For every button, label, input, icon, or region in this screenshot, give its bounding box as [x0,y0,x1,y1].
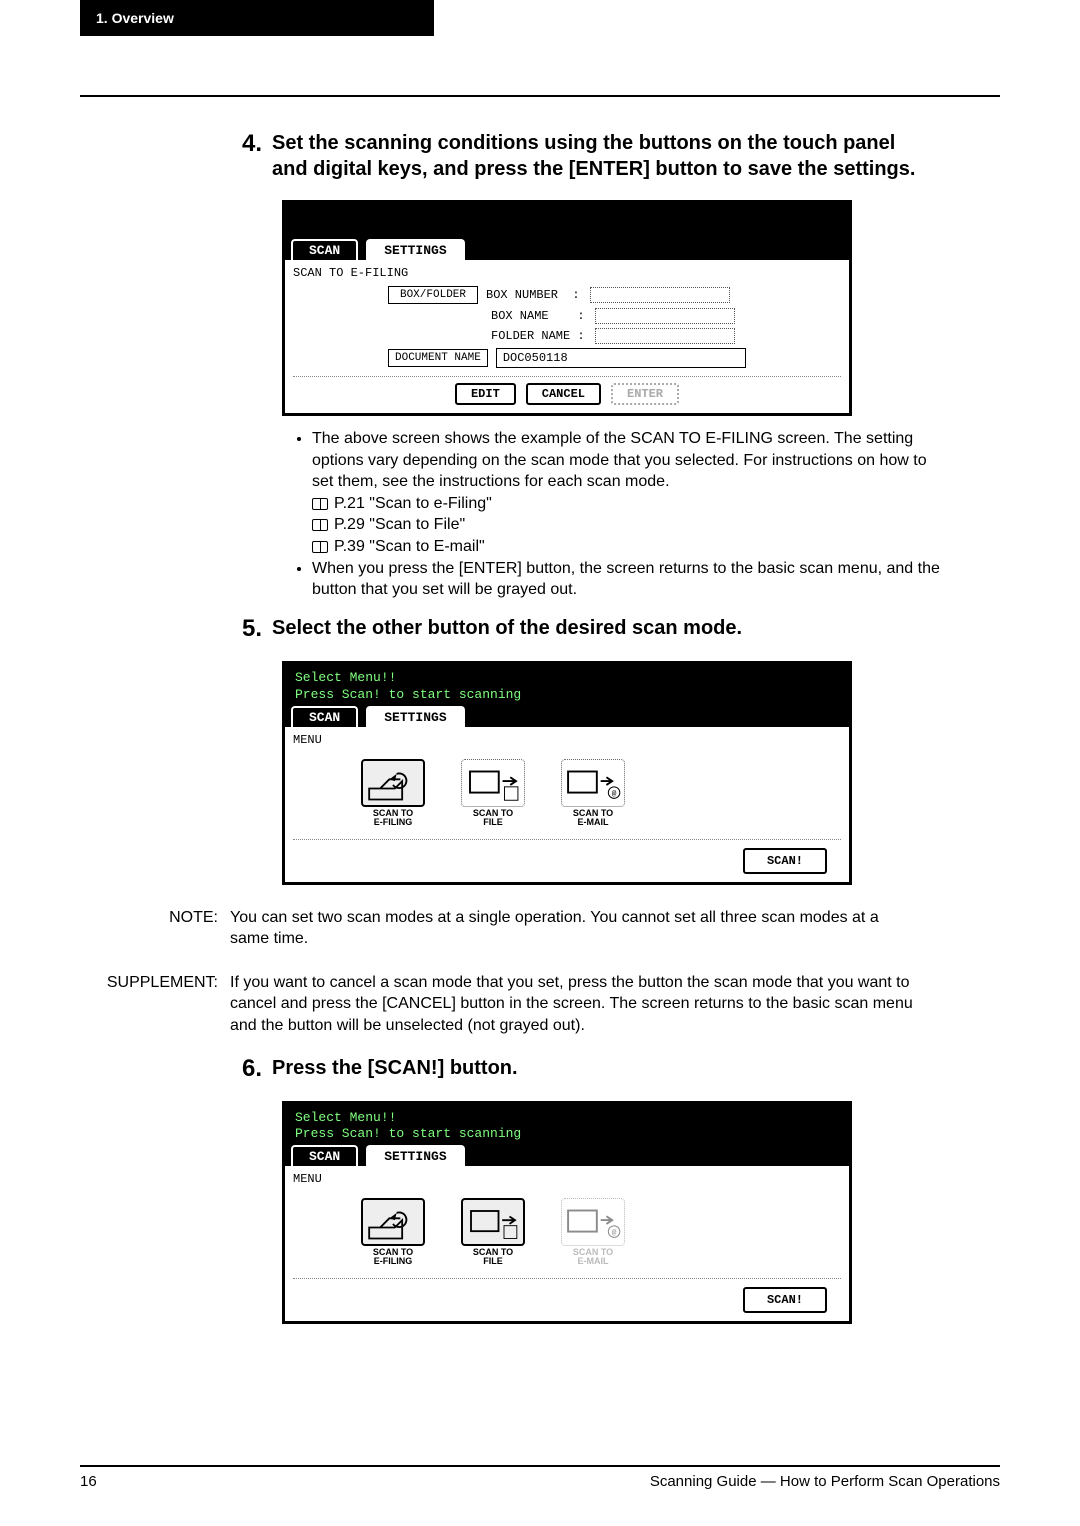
step-4-number: 4. [230,130,272,158]
scan-to-efiling-button[interactable]: SCAN TO E-FILING [353,759,433,827]
scan-button[interactable]: SCAN! [743,848,827,874]
folder-name-label: FOLDER NAME : [491,329,591,343]
document-name-value: DOC050118 [496,348,746,368]
mode-label: SCAN TO E-MAIL [553,1248,633,1266]
mode-label: SCAN TO FILE [453,809,533,827]
cancel-button[interactable]: CANCEL [526,383,601,405]
bullet-text: When you press the [ENTER] button, the s… [312,558,942,601]
step-4-heading: Set the scanning conditions using the bu… [272,130,932,182]
mode-label: SCAN TO E-FILING [353,809,433,827]
panel-message-line1: Select Menu!! [295,1110,839,1127]
box-name-field [595,308,735,324]
scan-to-file-button[interactable]: SCAN TO FILE [453,1198,533,1266]
note-label: NOTE: [80,907,230,950]
touch-panel-menu-screenshot: Select Menu!! Press Scan! to start scann… [282,661,852,885]
scan-button[interactable]: SCAN! [743,1287,827,1313]
box-number-field [590,287,730,303]
svg-text:@: @ [612,1230,617,1238]
page-number: 16 [80,1473,97,1490]
settings-tab[interactable]: SETTINGS [366,239,464,260]
scan-tab[interactable]: SCAN [291,239,358,260]
mode-label: SCAN TO E-MAIL [553,809,633,827]
supplement-label: SUPPLEMENT: [80,972,230,1037]
menu-label: MENU [293,733,841,747]
scan-to-file-button[interactable]: SCAN TO FILE [453,759,533,827]
bullet-text: The above screen shows the example of th… [312,428,942,493]
svg-text:@: @ [612,790,617,798]
book-icon [312,541,328,553]
top-divider [80,95,1000,97]
panel-message-line2: Press Scan! to start scanning [295,687,839,704]
panel-message-line2: Press Scan! to start scanning [295,1126,839,1143]
scan-tab[interactable]: SCAN [291,1145,358,1166]
note-text: You can set two scan modes at a single o… [230,907,920,950]
folder-name-field [595,328,735,344]
step-5-number: 5. [230,615,272,643]
ref-link: P.29 "Scan to File" [334,514,465,536]
footer-title: Scanning Guide — How to Perform Scan Ope… [650,1473,1000,1490]
box-number-label: BOX NUMBER : [486,288,586,302]
mode-label: SCAN TO FILE [453,1248,533,1266]
document-name-button[interactable]: DOCUMENT NAME [388,349,488,367]
box-name-label: BOX NAME : [491,309,591,323]
touch-panel-scan-screenshot: Select Menu!! Press Scan! to start scann… [282,1101,852,1325]
supplement-text: If you want to cancel a scan mode that y… [230,972,920,1037]
book-icon [312,498,328,510]
panel-title: SCAN TO E-FILING [293,266,841,280]
touch-panel-settings-screenshot: SCAN SETTINGS SCAN TO E-FILING BOX/FOLDE… [282,200,852,416]
menu-label: MENU [293,1172,841,1186]
ref-link: P.21 "Scan to e-Filing" [334,493,492,515]
ref-link: P.39 "Scan to E-mail" [334,536,485,558]
step-6-number: 6. [230,1055,272,1083]
step-6-heading: Press the [SCAN!] button. [272,1055,518,1081]
settings-tab[interactable]: SETTINGS [366,706,464,727]
scan-to-email-button[interactable]: @ SCAN TO E-MAIL [553,759,633,827]
box-folder-button[interactable]: BOX/FOLDER [388,286,478,304]
scan-tab[interactable]: SCAN [291,706,358,727]
step-5-heading: Select the other button of the desired s… [272,615,742,641]
overview-tab: 1. Overview [80,0,434,36]
panel-message-line1: Select Menu!! [295,670,839,687]
settings-tab[interactable]: SETTINGS [366,1145,464,1166]
enter-button[interactable]: ENTER [611,383,679,405]
book-icon [312,519,328,531]
scan-to-email-button[interactable]: @ SCAN TO E-MAIL [553,1198,633,1266]
edit-button[interactable]: EDIT [455,383,516,405]
mode-label: SCAN TO E-FILING [353,1248,433,1266]
scan-to-efiling-button[interactable]: SCAN TO E-FILING [353,1198,433,1266]
